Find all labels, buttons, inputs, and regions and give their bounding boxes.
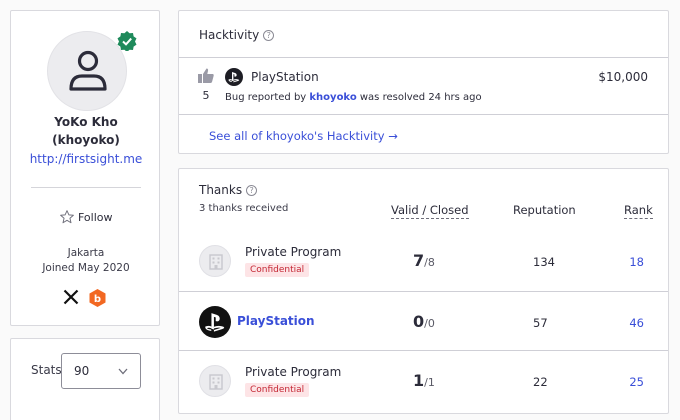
closed-count: /8 (424, 256, 435, 269)
avatar[interactable] (47, 31, 127, 111)
column-header-reputation: Reputation (513, 203, 576, 217)
thumbs-up-icon (198, 68, 214, 83)
hacktivity-title: Hacktivity ? (199, 28, 275, 42)
svg-text:b: b (94, 294, 101, 305)
closed-count: /1 (424, 376, 435, 389)
help-icon[interactable]: ? (263, 29, 275, 41)
thanks-card: Thanks ? 3 thanks received Valid / Close… (178, 168, 669, 414)
hacktivity-report-row[interactable]: 5 PlayStation $10,000 Bug reported by kh… (179, 57, 668, 115)
user-icon (69, 50, 107, 91)
see-all-hacktivity-link[interactable]: See all of khoyoko's Hacktivity → (209, 129, 398, 143)
report-desc-suffix: was resolved 24 hrs ago (359, 92, 482, 103)
confidential-badge: Confidential (245, 263, 310, 277)
valid-closed-value: 0/0 (413, 312, 435, 331)
profile-username: (khoyoko) (52, 133, 120, 147)
stats-label: Stats (31, 363, 62, 377)
thanks-row: PlayStation 0/0 57 46 (179, 291, 668, 351)
report-desc-prefix: Bug reported by (225, 92, 307, 103)
rank-link[interactable]: 18 (629, 255, 644, 269)
vote-count: 5 (202, 89, 210, 102)
report-description: Bug reported by khoyoko was resolved 24 … (225, 92, 482, 103)
reputation-value: 57 (533, 316, 548, 330)
valid-closed-value: 7/8 (413, 251, 435, 270)
verified-badge-icon (117, 31, 137, 51)
stats-card: Stats 90 (10, 338, 160, 420)
rank-link[interactable]: 25 (629, 375, 644, 389)
reputation-value: 22 (533, 375, 548, 389)
thanks-row: Private Program Confidential 7/8 134 18 (179, 231, 668, 291)
bugcrowd-icon: b (89, 289, 106, 307)
upvote-control[interactable]: 5 (197, 68, 215, 102)
column-header-valid-closed[interactable]: Valid / Closed (391, 203, 469, 219)
x-icon (63, 289, 79, 305)
program-link-playstation[interactable]: PlayStation (237, 314, 315, 328)
help-icon[interactable]: ? (246, 184, 258, 196)
follow-button[interactable]: Follow (59, 209, 113, 225)
valid-count: 7 (413, 251, 425, 270)
follow-label: Follow (78, 210, 113, 224)
social-bugcrowd-link[interactable]: b (89, 289, 106, 307)
thanks-row: Private Program Confidential 1/1 22 25 (179, 351, 668, 411)
valid-closed-value: 1/1 (413, 371, 435, 390)
stats-select-value: 90 (74, 364, 90, 378)
column-header-rank[interactable]: Rank (624, 203, 653, 219)
private-program-icon (199, 365, 231, 397)
reputation-value: 134 (533, 255, 555, 269)
social-x-link[interactable] (63, 289, 79, 305)
stats-period-select[interactable]: 90 (61, 353, 141, 389)
hacktivity-title-text: Hacktivity (199, 28, 260, 42)
report-bounty: $10,000 (598, 70, 648, 84)
private-program-icon (199, 245, 231, 277)
program-name: Private Program (245, 245, 342, 259)
playstation-logo-icon (225, 68, 243, 86)
confidential-badge: Confidential (245, 383, 310, 397)
thanks-count: 3 thanks received (199, 203, 289, 214)
thanks-title-text: Thanks (199, 183, 243, 197)
thanks-title: Thanks ? (199, 183, 258, 197)
program-name: Private Program (245, 365, 342, 379)
closed-count: /0 (424, 317, 435, 330)
profile-location: Jakarta (67, 247, 105, 259)
playstation-logo-icon (199, 306, 231, 338)
valid-count: 0 (413, 312, 425, 331)
chevron-down-icon (118, 368, 128, 375)
report-program-name[interactable]: PlayStation (251, 70, 319, 84)
profile-website-link[interactable]: http://firstsight.me (11, 152, 161, 166)
rank-link[interactable]: 46 (629, 316, 644, 330)
profile-name: YoKo Kho (54, 115, 118, 129)
profile-joined: Joined May 2020 (42, 262, 130, 274)
star-outline-icon (60, 210, 74, 224)
valid-count: 1 (413, 371, 425, 390)
reporter-link[interactable]: khoyoko (309, 92, 356, 103)
profile-divider (31, 187, 141, 188)
hacktivity-card: Hacktivity ? 5 PlayStation $10,000 Bug r… (178, 10, 669, 154)
profile-card: YoKo Kho (khoyoko) http://firstsight.me … (10, 10, 160, 326)
